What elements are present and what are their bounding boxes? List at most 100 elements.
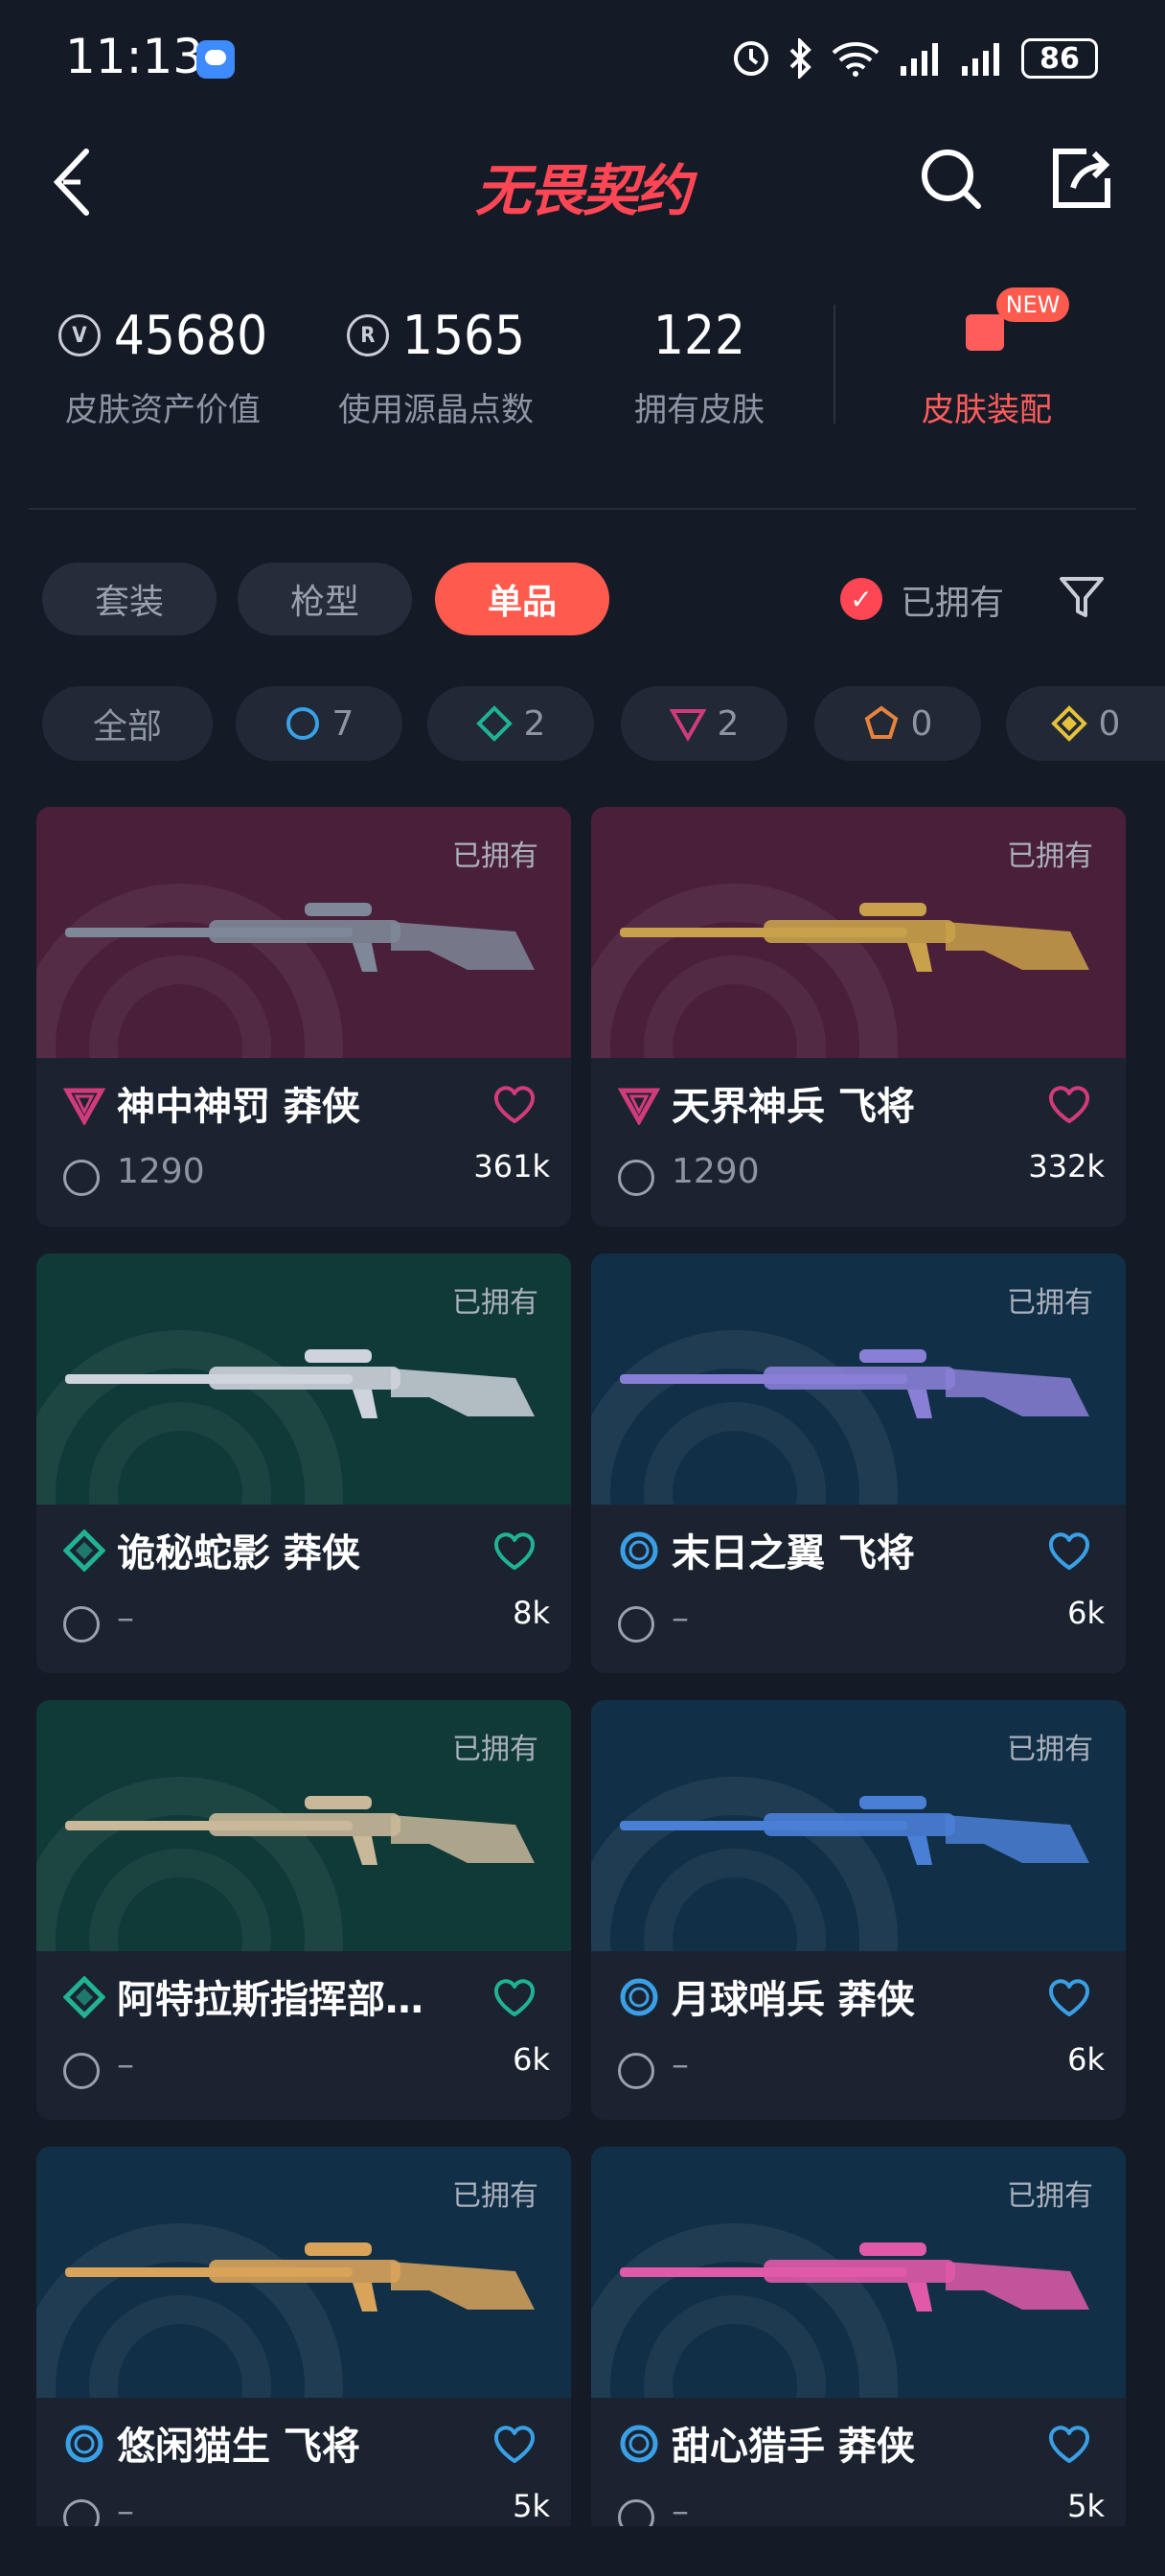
heart-icon[interactable]: [1047, 1531, 1091, 1572]
like-count: 6k: [513, 2041, 550, 2078]
filter-icon[interactable]: [1058, 573, 1106, 621]
like-count: 5k: [513, 2488, 550, 2524]
skin-name: 阿特拉斯指挥部…: [117, 1978, 423, 2022]
skin-image-area: 已拥有: [591, 807, 1126, 1058]
signal-icon: [901, 43, 938, 76]
skin-price: 1290: [672, 1152, 760, 1191]
skin-card[interactable]: 已拥有 诡秘蛇影 莽侠 – 8k: [36, 1254, 571, 1673]
search-icon[interactable]: [918, 146, 985, 213]
bluetooth-icon: [789, 38, 811, 79]
tab-single-item[interactable]: 单品: [435, 563, 609, 635]
vp-coin-icon: [618, 2053, 654, 2089]
skin-card[interactable]: 已拥有 悠闲猫生 飞将 – 5k: [36, 2147, 571, 2566]
deluxe-tier-icon: [63, 1530, 105, 1572]
stat-label: 使用源晶点数: [338, 391, 534, 429]
stats-divider: [834, 305, 835, 424]
rarity-chip-exclusive[interactable]: 0: [814, 686, 981, 761]
skin-card[interactable]: 已拥有 末日之翼 飞将 – 6k: [591, 1254, 1126, 1673]
signal-icon-2: [962, 43, 999, 76]
stat-radianite-points: R 1565 使用源晶点数: [311, 297, 560, 441]
vp-coin-icon: [63, 2053, 100, 2089]
heart-icon[interactable]: [492, 1085, 537, 1125]
like-count: 8k: [513, 1595, 550, 1631]
rarity-chip-premium[interactable]: 2: [621, 686, 788, 761]
stat-label: 皮肤资产价值: [65, 391, 261, 429]
owned-filter-label[interactable]: 已拥有: [901, 575, 1004, 625]
status-icons: 86: [732, 34, 1098, 82]
deluxe-tier-icon: [475, 705, 513, 742]
vp-coin-icon: [618, 1160, 654, 1196]
back-chevron-icon[interactable]: [50, 144, 107, 220]
stat-value: 1565: [401, 304, 526, 367]
premium-tier-icon: [63, 1088, 105, 1125]
skin-image-area: 已拥有: [591, 1254, 1126, 1505]
alarm-icon: [734, 41, 768, 76]
vp-coin-icon: [618, 1606, 654, 1643]
weapon-image: [65, 903, 535, 972]
stat-skin-asset-value: V 45680 皮肤资产价值: [38, 297, 287, 441]
chip-count: 2: [717, 703, 740, 744]
rarity-chip-ultra[interactable]: 0: [1006, 686, 1165, 761]
heart-icon[interactable]: [1047, 1978, 1091, 2018]
skin-image-area: 已拥有: [36, 2147, 571, 2398]
vp-coin-icon: [63, 1160, 100, 1196]
skin-image-area: 已拥有: [36, 1700, 571, 1951]
skin-price: –: [672, 2492, 689, 2531]
select-tier-icon: [65, 2425, 103, 2463]
select-tier-icon: [620, 2425, 658, 2463]
vp-coin-icon: [63, 1606, 100, 1643]
skin-card[interactable]: 已拥有 天界神兵 飞将 1290 332k: [591, 807, 1126, 1227]
skin-name: 末日之翼 飞将: [672, 1531, 915, 1576]
tab-weapon-type[interactable]: 枪型: [238, 563, 412, 635]
loadout-bag-icon: [966, 314, 1004, 351]
skin-price: –: [117, 1598, 134, 1638]
skin-image-area: 已拥有: [591, 1700, 1126, 1951]
weapon-image: [65, 2242, 535, 2312]
tab-bundle[interactable]: 套装: [42, 563, 217, 635]
new-badge: NEW: [996, 288, 1069, 322]
skin-card[interactable]: 已拥有 月球哨兵 莽侠 – 6k: [591, 1700, 1126, 2120]
heart-icon[interactable]: [492, 1978, 537, 2018]
rarity-chip-select[interactable]: 7: [236, 686, 402, 761]
bottom-edge: [0, 2526, 1165, 2576]
skin-name: 月球哨兵 莽侠: [672, 1978, 915, 2022]
chip-count: 0: [910, 703, 933, 744]
app-logo-title: 无畏契约: [474, 158, 692, 223]
like-count: 361k: [473, 1148, 550, 1184]
skin-price: –: [672, 2045, 689, 2084]
ultra-tier-icon: [1050, 705, 1087, 742]
weapon-image: [620, 903, 1089, 972]
heart-icon[interactable]: [1047, 2425, 1091, 2465]
skin-name: 神中神罚 莽侠: [117, 1085, 360, 1129]
exclusive-tier-icon: [864, 705, 898, 739]
skin-card[interactable]: 已拥有 神中神罚 莽侠 1290 361k: [36, 807, 571, 1227]
status-time: 11:13: [65, 29, 204, 84]
heart-icon[interactable]: [1047, 1085, 1091, 1125]
owned-checkbox[interactable]: ✓: [840, 578, 882, 620]
like-count: 5k: [1067, 2488, 1105, 2524]
chip-count: 0: [1098, 703, 1121, 744]
skin-name: 悠闲猫生 飞将: [117, 2425, 360, 2469]
rarity-chip-deluxe[interactable]: 2: [427, 686, 594, 761]
skin-card[interactable]: 已拥有 阿特拉斯指挥部… – 6k: [36, 1700, 571, 2120]
stat-owned-skins: 122 拥有皮肤: [575, 297, 824, 441]
skin-loadout-button[interactable]: NEW 皮肤装配: [862, 288, 1111, 441]
skin-image-area: 已拥有: [36, 1254, 571, 1505]
heart-icon[interactable]: [492, 2425, 537, 2465]
like-count: 6k: [1067, 1595, 1105, 1631]
premium-tier-icon: [618, 1088, 660, 1125]
skin-image-area: 已拥有: [36, 807, 571, 1058]
radianite-icon: R: [346, 314, 389, 356]
share-icon[interactable]: [1048, 146, 1115, 213]
heart-icon[interactable]: [492, 1531, 537, 1572]
loadout-label: 皮肤装配: [922, 391, 1052, 429]
chip-count: 7: [331, 703, 354, 744]
skin-name: 甜心猎手 莽侠: [672, 2425, 915, 2469]
wifi-icon: [832, 42, 879, 77]
weapon-image: [65, 1796, 535, 1865]
weapon-image: [620, 1349, 1089, 1418]
skin-card[interactable]: 已拥有 甜心猎手 莽侠 – 5k: [591, 2147, 1126, 2566]
skin-price: –: [117, 2045, 134, 2084]
select-tier-icon: [620, 1978, 658, 2016]
rarity-chip-all[interactable]: 全部: [42, 686, 213, 761]
